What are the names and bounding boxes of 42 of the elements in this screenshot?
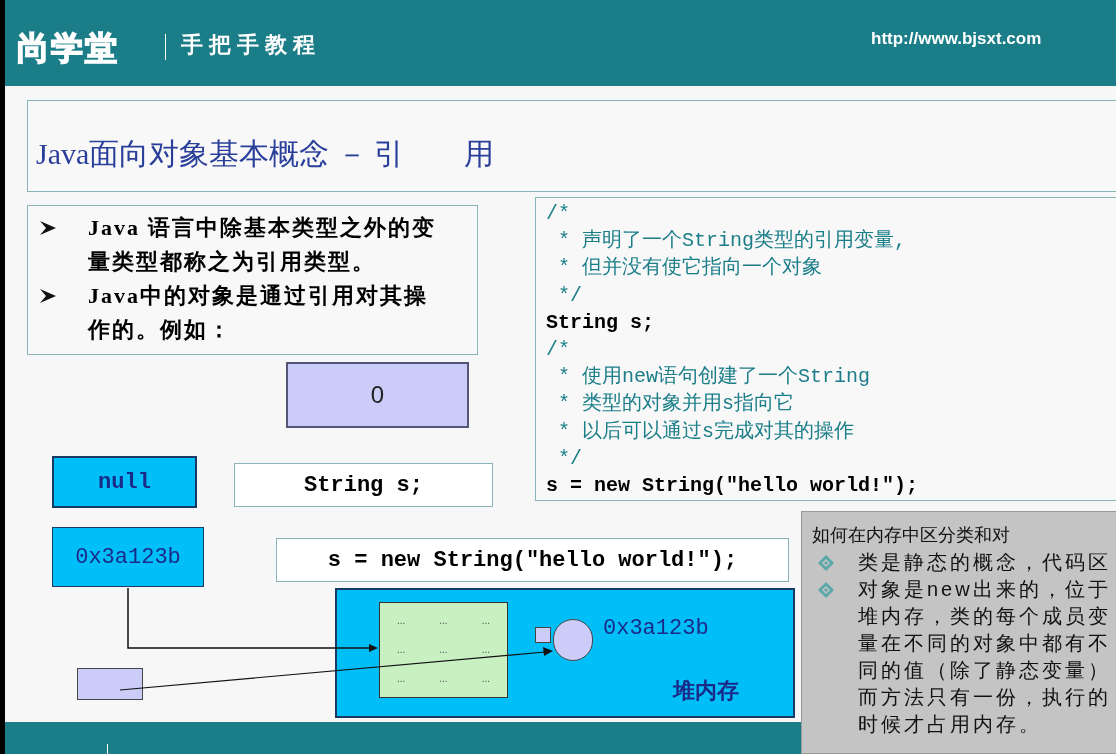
small-rectangle [77,668,143,700]
cell-mark: ... [397,673,406,684]
code-line: /* [546,337,571,363]
value-box-text: 0 [370,380,385,410]
code-line: * 使用new语句创建了一个String [557,364,872,391]
null-box-text: null [98,468,151,497]
arrowhead-bullet-icon [40,289,56,303]
note-heading: 如何在内存中区分类和对 [812,524,1011,547]
code-line: * 以后可以通过s完成对其的操作 [557,418,855,445]
cell-mark: ... [481,673,490,684]
diamond-bullet-icon [818,555,834,571]
cell-mark: ... [439,645,448,655]
code-line: /* [546,201,571,227]
code-line: s = new String("hello world!"); [546,473,920,500]
slide-title: Java面向对象基本概念 － 引 用 [36,136,495,172]
cell-mark: ... [481,645,490,655]
heap-label: 堆内存 [673,677,739,705]
note-text: 对象是new出来的，位于堆内存，类的每个成员变量在不同的对象中都有不同的值（除了静态变量）而方法只有一份，执行的时候才占用内存。 [858,577,1112,737]
address-box-text: 0x3a123b [75,543,181,572]
url-text: http://www.bjsxt.com [871,28,1042,50]
cell-mark: ... [439,616,448,627]
cell-mark: ... [439,673,448,684]
arrowhead-bullet-icon [40,221,56,235]
object-address: 0x3a123b [603,615,709,643]
cell-mark: ... [397,616,406,627]
small-square [535,627,551,643]
note-text: 类是静态的概念，代码区 [858,550,1112,575]
code-line: * 类型的对象并用s指向它 [557,391,795,418]
bullet-text: Java 语言中除基本类型之外的变量类型都称之为引用类型。 [88,214,437,276]
code-line: */ [557,445,583,472]
assignment-box-text: s = new String("hello world!"); [327,546,738,575]
code-line: * 但并没有使它指向一个对象 [557,255,823,282]
tagline: 手把手教程 [181,31,321,59]
diamond-bullet-icon [818,582,834,598]
cell-mark: ... [397,645,406,655]
cell-mark: ... [481,616,490,627]
declaration-box-text: String s; [304,471,423,500]
code-line: */ [557,282,583,309]
bullet-text: Java中的对象是通过引用对其操作的。例如： [88,282,429,344]
logo: 尚学堂 [17,29,119,68]
code-line: * 声明了一个String类型的引用变量, [557,228,908,255]
code-line: String s; [546,309,656,336]
